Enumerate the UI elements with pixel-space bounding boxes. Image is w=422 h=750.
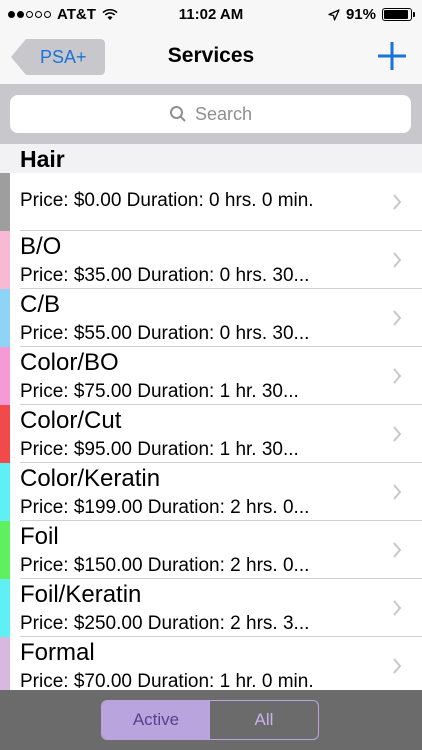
service-color-swatch — [0, 289, 10, 347]
chevron-right-icon — [393, 600, 402, 616]
segment-all[interactable]: All — [210, 701, 318, 739]
services-list: Price: $0.00 Duration: 0 hrs. 0 min. B/O… — [0, 173, 422, 695]
section-header: Hair — [0, 144, 422, 173]
service-color-swatch — [0, 405, 10, 463]
service-row[interactable]: Price: $0.00 Duration: 0 hrs. 0 min. — [0, 173, 422, 231]
service-row[interactable]: Formal Price: $70.00 Duration: 1 hr. 0 m… — [0, 637, 422, 695]
section-title: Hair — [20, 146, 65, 172]
service-color-swatch — [0, 347, 10, 405]
service-color-swatch — [0, 579, 10, 637]
service-color-swatch — [0, 231, 10, 289]
navigation-bar: PSA+ Services — [0, 30, 422, 84]
chevron-right-icon — [393, 542, 402, 558]
service-row[interactable]: Foil Price: $150.00 Duration: 2 hrs. 0..… — [0, 521, 422, 579]
service-name: Foil/Keratin — [20, 581, 142, 608]
battery-icon — [382, 8, 415, 21]
service-detail: Price: $55.00 Duration: 0 hrs. 30... — [20, 323, 310, 344]
service-name: C/B — [20, 291, 61, 318]
service-name: Color/BO — [20, 349, 119, 376]
search-icon — [169, 106, 186, 122]
search-input[interactable]: Search — [10, 95, 411, 133]
service-row[interactable]: B/O Price: $35.00 Duration: 0 hrs. 30... — [0, 231, 422, 289]
service-row[interactable]: Color/Cut Price: $95.00 Duration: 1 hr. … — [0, 405, 422, 463]
service-row[interactable]: Foil/Keratin Price: $250.00 Duration: 2 … — [0, 579, 422, 637]
chevron-right-icon — [393, 658, 402, 674]
service-detail: Price: $35.00 Duration: 0 hrs. 30... — [20, 265, 310, 286]
chevron-right-icon — [393, 426, 402, 442]
service-color-swatch — [0, 637, 10, 695]
location-arrow-icon — [328, 8, 340, 21]
segment-active[interactable]: Active — [102, 701, 210, 739]
service-detail: Price: $95.00 Duration: 1 hr. 30... — [20, 439, 299, 460]
service-detail: Price: $150.00 Duration: 2 hrs. 0... — [20, 555, 310, 576]
page-title: Services — [167, 44, 255, 67]
battery-level-fill — [384, 10, 408, 19]
plus-icon — [378, 42, 406, 70]
chevron-right-icon — [393, 484, 402, 500]
service-color-swatch — [0, 463, 10, 521]
bottom-toolbar: Active All — [0, 690, 422, 750]
service-row[interactable]: Color/BO Price: $75.00 Duration: 1 hr. 3… — [0, 347, 422, 405]
status-bar: AT&T 11:02 AM 91% — [0, 0, 422, 30]
service-name: Color/Cut — [20, 407, 122, 434]
service-row[interactable]: Color/Keratin Price: $199.00 Duration: 2… — [0, 463, 422, 521]
service-name: Formal — [20, 639, 95, 666]
service-name: Foil — [20, 523, 59, 550]
status-right: 91% — [328, 6, 415, 23]
chevron-right-icon — [393, 194, 402, 210]
service-color-swatch — [0, 173, 10, 231]
service-name: B/O — [20, 233, 62, 260]
service-detail: Price: $75.00 Duration: 1 hr. 30... — [20, 381, 299, 402]
add-service-button[interactable] — [372, 36, 412, 76]
search-placeholder: Search — [194, 103, 253, 124]
service-detail: Price: $250.00 Duration: 2 hrs. 3... — [20, 613, 310, 634]
service-detail: Price: $0.00 Duration: 0 hrs. 0 min. — [20, 190, 314, 211]
chevron-right-icon — [393, 368, 402, 384]
service-row[interactable]: C/B Price: $55.00 Duration: 0 hrs. 30... — [0, 289, 422, 347]
chevron-right-icon — [393, 310, 402, 326]
chevron-right-icon — [393, 252, 402, 268]
service-color-swatch — [0, 521, 10, 579]
filter-segmented-control: Active All — [101, 700, 319, 740]
battery-percent: 91% — [345, 6, 376, 23]
service-name: Color/Keratin — [20, 465, 161, 492]
service-detail: Price: $199.00 Duration: 2 hrs. 0... — [20, 497, 310, 518]
search-bar: Search — [0, 84, 422, 144]
